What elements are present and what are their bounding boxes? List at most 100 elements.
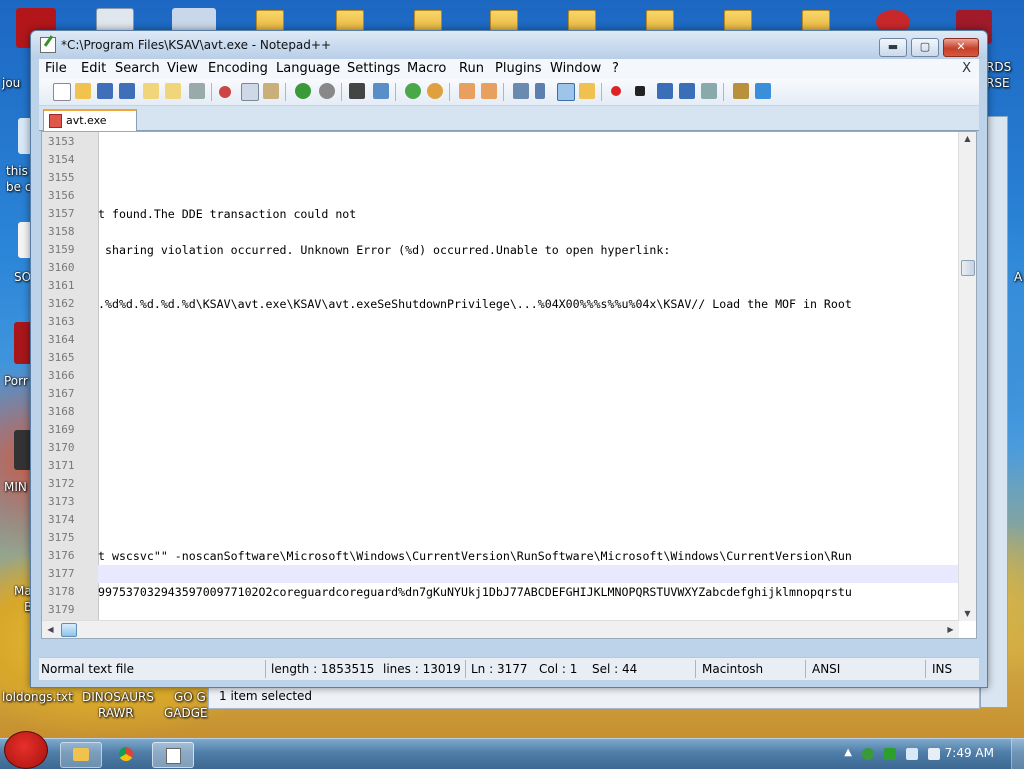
menu-settings[interactable]: Settings: [347, 61, 400, 76]
code-line[interactable]: [98, 385, 958, 403]
vertical-scrollbar[interactable]: ▲ ▼: [958, 132, 976, 621]
close-file-icon[interactable]: [143, 83, 159, 99]
code-line[interactable]: [98, 331, 958, 349]
code-line[interactable]: sharing violation occurred. Unknown Erro…: [98, 241, 958, 259]
network-tray-icon[interactable]: [906, 748, 918, 760]
code-line[interactable]: [98, 475, 958, 493]
code-line[interactable]: [98, 169, 958, 187]
word-wrap-icon[interactable]: [513, 83, 529, 99]
code-line[interactable]: [98, 349, 958, 367]
show-all-characters-icon[interactable]: [535, 83, 545, 99]
desktop-folder-label[interactable]: DINOSAURS: [82, 690, 154, 705]
menu-search[interactable]: Search: [115, 61, 160, 76]
tab-avt-exe[interactable]: avt.exe: [43, 109, 137, 132]
vertical-scroll-thumb[interactable]: [961, 260, 975, 276]
menu-view[interactable]: View: [167, 61, 198, 76]
redo-icon[interactable]: [319, 83, 335, 99]
code-line[interactable]: 99753703294359700977102O2coreguardcoregu…: [98, 583, 958, 601]
desktop-folder-label[interactable]: GADGE: [164, 706, 208, 721]
code-line[interactable]: .%d%d.%d.%d.%d\KSAV\avt.exe\KSAV\avt.exe…: [98, 295, 958, 313]
security-tray-icon[interactable]: [862, 748, 874, 760]
copy-icon[interactable]: [241, 83, 259, 101]
undo-icon[interactable]: [295, 83, 311, 99]
sync-horizontal-icon[interactable]: [481, 83, 497, 99]
code-line[interactable]: [98, 367, 958, 385]
line-number: 3172: [48, 477, 75, 490]
save-icon[interactable]: [97, 83, 113, 99]
maximize-button[interactable]: ▢: [911, 38, 939, 57]
code-line[interactable]: t wscsvc"" -noscanSoftware\Microsoft\Win…: [98, 547, 958, 565]
battery-tray-icon[interactable]: [884, 748, 896, 760]
save-all-icon[interactable]: [119, 83, 135, 99]
record-macro-icon[interactable]: [611, 86, 621, 96]
spell-check-icon[interactable]: [755, 83, 771, 99]
menu-run[interactable]: Run: [459, 61, 484, 76]
close-document-button[interactable]: X: [962, 61, 971, 76]
code-line[interactable]: [98, 133, 958, 151]
clock[interactable]: 7:49 AM: [945, 746, 994, 760]
code-line[interactable]: [98, 421, 958, 439]
scroll-down-icon[interactable]: ▼: [959, 607, 976, 621]
scroll-right-icon[interactable]: ▶: [942, 623, 959, 637]
menu-file[interactable]: File: [45, 61, 67, 76]
code-line[interactable]: [98, 439, 958, 457]
horizontal-scrollbar[interactable]: ◀ ▶: [42, 620, 959, 638]
desktop-file-label[interactable]: loldongs.txt: [2, 690, 73, 705]
desktop-folder-label[interactable]: RAWR: [98, 706, 134, 721]
code-line[interactable]: [98, 277, 958, 295]
code-line[interactable]: [98, 493, 958, 511]
taskbar-chrome-button[interactable]: [106, 742, 146, 766]
taskbar-explorer-button[interactable]: [60, 742, 102, 768]
code-line[interactable]: [98, 601, 958, 619]
menu-edit[interactable]: Edit: [81, 61, 106, 76]
code-line[interactable]: [98, 259, 958, 277]
show-desktop-button[interactable]: [1011, 739, 1024, 769]
cut-icon[interactable]: [219, 86, 231, 98]
code-line[interactable]: [98, 511, 958, 529]
code-line[interactable]: [98, 403, 958, 421]
editor-area[interactable]: 3153 3154 3155 3156 3157 3158 3159 3160 3161 3162…: [41, 131, 977, 639]
code-line[interactable]: [98, 151, 958, 169]
menu-help[interactable]: ?: [612, 61, 619, 76]
scroll-left-icon[interactable]: ◀: [42, 623, 59, 637]
code-line[interactable]: [98, 187, 958, 205]
code-line[interactable]: [98, 529, 958, 547]
menu-language[interactable]: Language: [276, 61, 340, 76]
taskbar-notepadpp-button[interactable]: [152, 742, 194, 768]
zoom-in-icon[interactable]: [405, 83, 421, 99]
menu-encoding[interactable]: Encoding: [208, 61, 268, 76]
new-file-icon[interactable]: [53, 83, 71, 101]
code-line[interactable]: [98, 565, 958, 583]
indent-guide-icon[interactable]: [557, 83, 575, 101]
open-file-icon[interactable]: [75, 83, 91, 99]
replace-icon[interactable]: [373, 83, 389, 99]
code-line[interactable]: t found.The DDE transaction could not: [98, 205, 958, 223]
zoom-out-icon[interactable]: [427, 83, 443, 99]
plugin-icon[interactable]: [733, 83, 749, 99]
print-icon[interactable]: [189, 83, 205, 99]
sync-vertical-icon[interactable]: [459, 83, 475, 99]
horizontal-scroll-thumb[interactable]: [61, 623, 77, 637]
title-bar[interactable]: *C:\Program Files\KSAV\avt.exe - Notepad…: [31, 31, 987, 59]
scroll-up-icon[interactable]: ▲: [959, 132, 976, 146]
play-macro-icon[interactable]: [657, 83, 673, 99]
close-button[interactable]: ✕: [943, 38, 979, 57]
code-line[interactable]: [98, 457, 958, 475]
menu-plugins[interactable]: Plugins: [495, 61, 542, 76]
code-line[interactable]: [98, 313, 958, 331]
run-macro-multiple-icon[interactable]: [679, 83, 695, 99]
paste-icon[interactable]: [263, 83, 279, 99]
code-line[interactable]: [98, 223, 958, 241]
save-macro-icon[interactable]: [701, 83, 717, 99]
stop-macro-icon[interactable]: [635, 86, 645, 96]
start-button[interactable]: [4, 731, 48, 769]
language-icon[interactable]: [579, 83, 595, 99]
menu-window[interactable]: Window: [550, 61, 601, 76]
tray-expand-icon[interactable]: ▲: [844, 747, 852, 758]
close-all-icon[interactable]: [165, 83, 181, 99]
minimize-button[interactable]: ▬: [879, 38, 907, 57]
menu-macro[interactable]: Macro: [407, 61, 446, 76]
volume-tray-icon[interactable]: [928, 748, 940, 760]
desktop-folder-label[interactable]: GO G: [174, 690, 206, 705]
find-icon[interactable]: [349, 83, 365, 99]
